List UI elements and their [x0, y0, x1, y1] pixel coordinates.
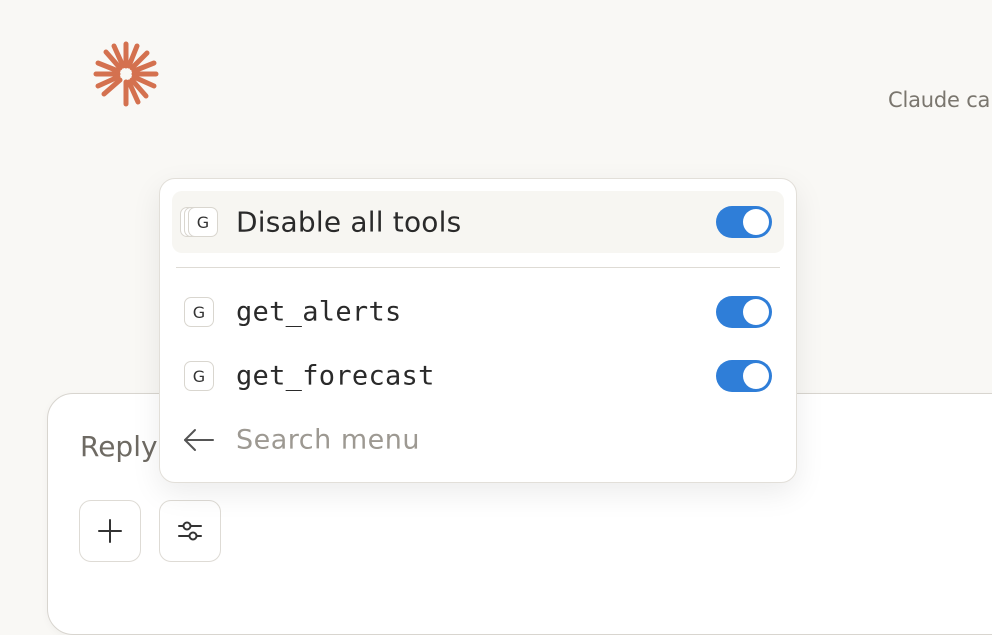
menu-search-row: [172, 409, 784, 471]
menu-item-get-alerts[interactable]: G get_alerts: [172, 281, 784, 343]
get-forecast-toggle[interactable]: [716, 360, 772, 392]
tools-button[interactable]: [159, 500, 221, 562]
menu-item-get-forecast[interactable]: G get_forecast: [172, 345, 784, 407]
tool-g-icon: G: [184, 361, 214, 391]
tool-stack-icon: G: [180, 205, 220, 239]
composer-placeholder[interactable]: Reply: [80, 430, 158, 463]
menu-item-disable-all-tools[interactable]: G Disable all tools: [172, 191, 784, 253]
disable-all-tools-toggle[interactable]: [716, 206, 772, 238]
header-note: Claude ca: [888, 88, 991, 112]
get-alerts-label: get_alerts: [236, 296, 402, 328]
plus-icon: [98, 519, 122, 543]
tool-g-icon: G: [184, 297, 214, 327]
claude-logo-icon: [93, 41, 159, 107]
search-menu-input[interactable]: [236, 424, 736, 456]
tools-menu: G Disable all tools G get_alerts G get_f…: [159, 178, 797, 483]
sliders-icon: [178, 521, 202, 541]
arrow-left-icon[interactable]: [182, 428, 216, 452]
menu-divider: [176, 267, 780, 268]
get-alerts-toggle[interactable]: [716, 296, 772, 328]
add-content-button[interactable]: [79, 500, 141, 562]
disable-all-tools-label: Disable all tools: [236, 205, 462, 239]
get-forecast-label: get_forecast: [236, 360, 435, 392]
